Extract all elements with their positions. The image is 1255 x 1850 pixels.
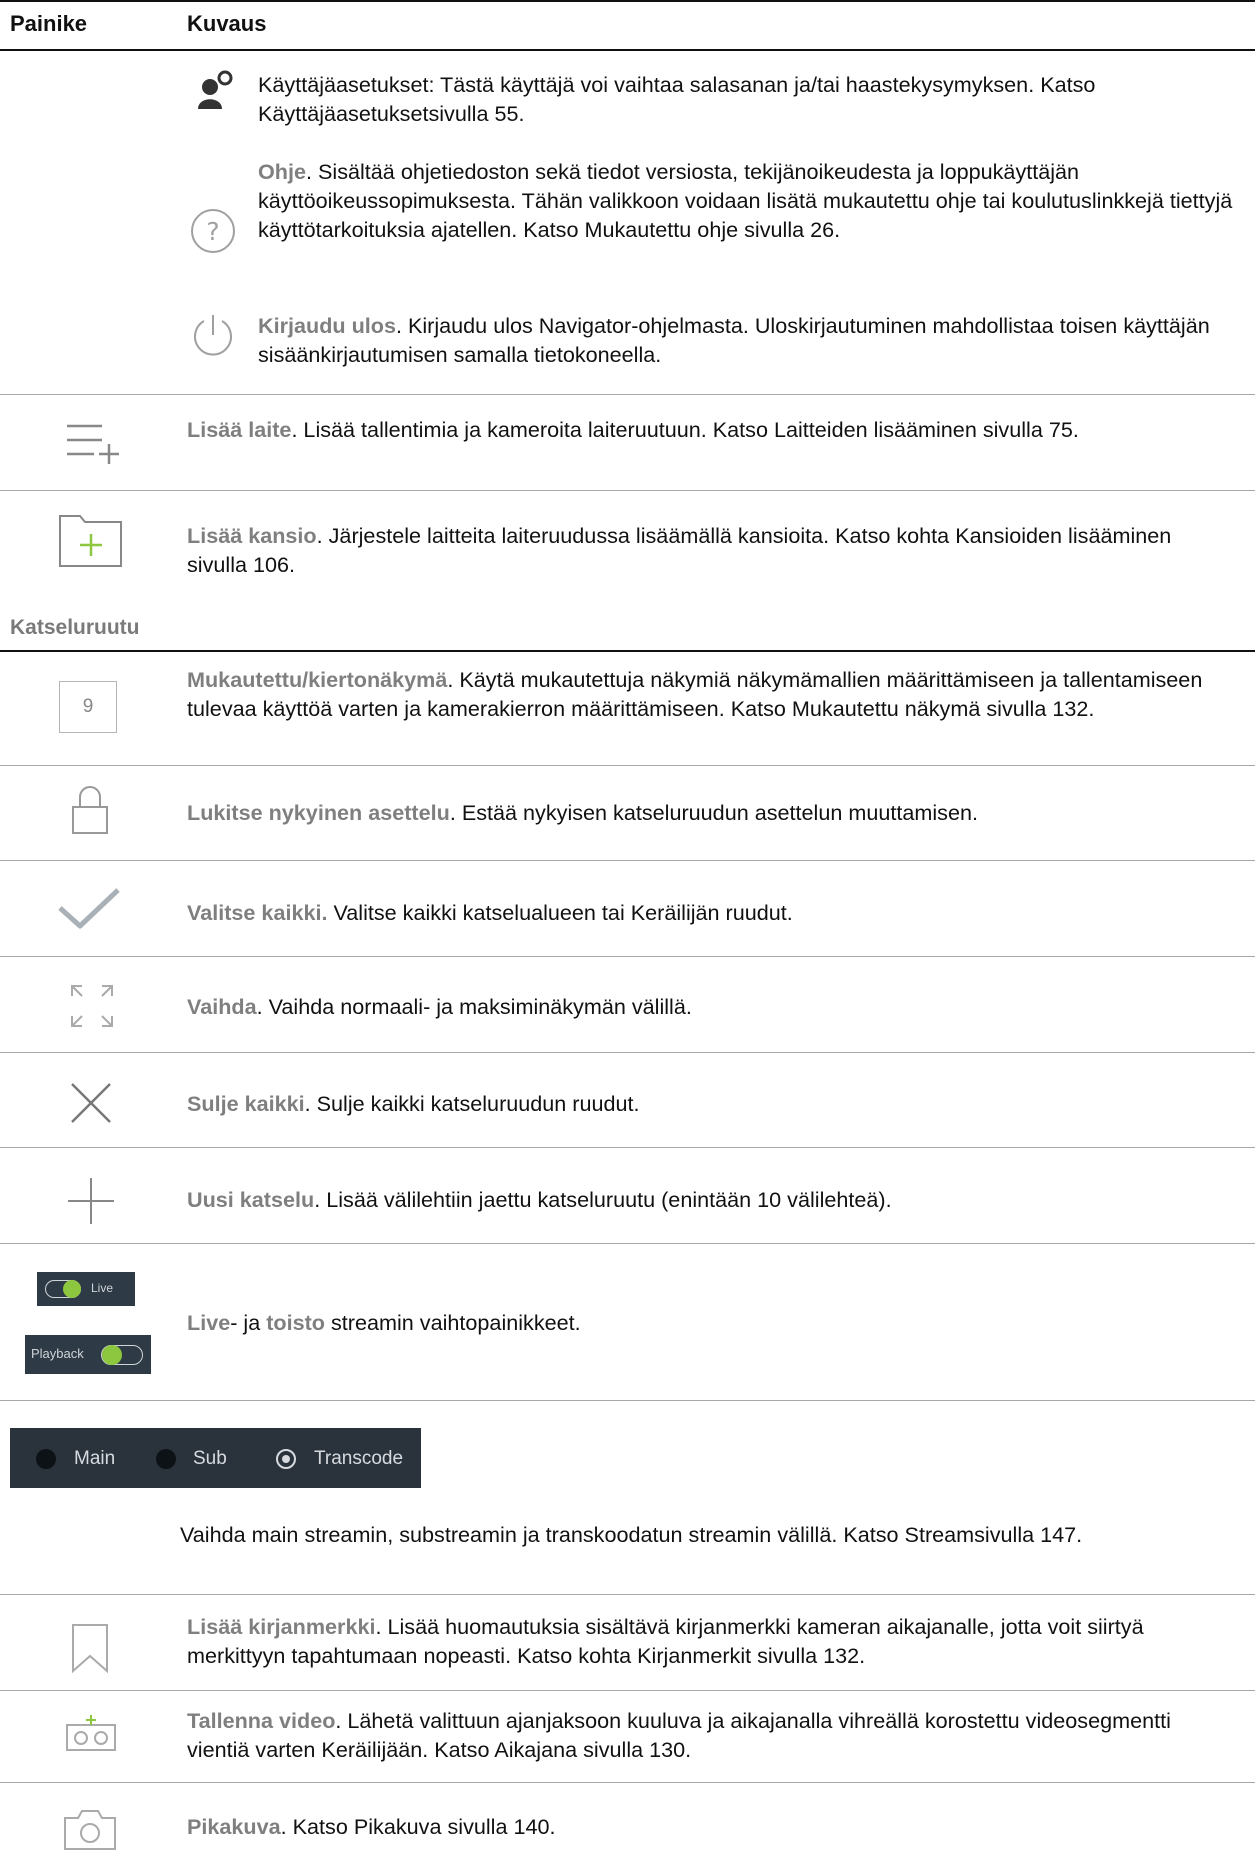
live-toggle[interactable]: Live: [37, 1272, 135, 1306]
logout-term: Kirjaudu ulos: [258, 313, 396, 338]
row-divider: [0, 1782, 1255, 1783]
save-video-icon: [66, 1715, 116, 1751]
logout-text: . Kirjaudu ulos Navigator-ohjelmasta. Ul…: [258, 313, 1210, 367]
row-divider: [0, 860, 1255, 861]
column-header-description: Kuvaus: [187, 11, 267, 36]
custom-view-icon: 9: [59, 681, 117, 733]
snapshot-term: Pikakuva: [187, 1814, 281, 1839]
camera-icon: [64, 1810, 116, 1850]
live-term: Live: [187, 1310, 231, 1335]
transcode-radio[interactable]: [276, 1449, 296, 1469]
transcode-label: Transcode: [314, 1448, 404, 1469]
playback-toggle[interactable]: Playback: [25, 1335, 151, 1374]
select-all-description: Valitse kaikki. Valitse kaikki katselual…: [187, 898, 1237, 927]
add-device-description: Lisää laite. Lisää tallentimia ja kamero…: [187, 415, 1237, 444]
bookmark-description: Lisää kirjanmerkki. Lisää huomautuksia s…: [187, 1612, 1237, 1670]
logout-description: Kirjaudu ulos. Kirjaudu ulos Navigator-o…: [258, 311, 1248, 369]
close-all-text: . Sulje kaikki katseluruudun ruudut.: [304, 1091, 640, 1116]
row-divider: [0, 1400, 1255, 1401]
row-divider: [0, 1243, 1255, 1244]
new-view-text: . Lisää välilehtiin jaettu katseluruutu …: [314, 1187, 892, 1212]
maximize-icon: [71, 985, 113, 1027]
plus-icon: [68, 1178, 114, 1224]
new-view-term: Uusi katselu: [187, 1187, 315, 1212]
playback-toggle-knob: [102, 1345, 122, 1365]
toggle-view-text: . Vaihda normaali- ja maksiminäkymän väl…: [256, 994, 692, 1019]
help-text: . Sisältää ohjetiedoston sekä tiedot ver…: [258, 159, 1233, 242]
custom-view-description: Mukautettu/kiertonäkymä. Käytä mukautett…: [187, 665, 1237, 723]
live-toggle-knob: [63, 1280, 81, 1298]
user-settings-icon: [198, 70, 233, 109]
row-divider: [0, 1052, 1255, 1053]
new-view-description: Uusi katselu. Lisää välilehtiin jaettu k…: [187, 1185, 1237, 1214]
add-device-text: . Lisää tallentimia ja kameroita laiteru…: [291, 417, 1079, 442]
section-heading: Katseluruutu: [10, 616, 140, 639]
user-settings-description: Käyttäjäasetukset: Tästä käyttäjä voi va…: [258, 72, 1096, 126]
live-playback-description: Live- ja toisto streamin vaihtopainikkee…: [187, 1308, 1237, 1337]
add-folder-description: Lisää kansio. Järjestele laitteita laite…: [187, 521, 1237, 579]
checkmark-icon: [58, 888, 120, 929]
live-playback-mid: - ja: [230, 1310, 267, 1335]
custom-view-term: Mukautettu/kiertonäkymä: [187, 667, 448, 692]
sub-radio[interactable]: [156, 1449, 176, 1469]
transcode-radio-dot: [282, 1455, 290, 1463]
row-divider: [0, 1594, 1255, 1595]
save-video-text: . Lähetä valittuun ajanjaksoon kuuluva j…: [187, 1708, 1171, 1762]
save-video-term: Tallenna video: [187, 1708, 336, 1733]
toggle-view-description: Vaihda. Vaihda normaali- ja maksiminäkym…: [187, 992, 1237, 1021]
add-device-icon: [67, 424, 119, 464]
live-toggle-label: Live: [91, 1281, 114, 1295]
lock-term: Lukitse nykyinen asettelu: [187, 800, 450, 825]
streams-description: Vaihda main streamin, substreamin ja tra…: [180, 1522, 1083, 1547]
save-video-description: Tallenna video. Lähetä valittuun ajanjak…: [187, 1706, 1237, 1764]
live-playback-text: streamin vaihtopainikkeet.: [325, 1310, 581, 1335]
row-divider: [0, 956, 1255, 957]
stream-selector: Main Sub Transcode: [10, 1428, 421, 1488]
table-top-rule: [0, 0, 1255, 2]
main-radio[interactable]: [36, 1449, 56, 1469]
svg-text:?: ?: [206, 217, 219, 246]
close-all-description: Sulje kaikki. Sulje kaikki katseluruudun…: [187, 1089, 1237, 1118]
close-icon: [71, 1083, 111, 1123]
help-description: Ohje. Sisältää ohjetiedoston sekä tiedot…: [258, 157, 1248, 244]
row-divider: [0, 1147, 1255, 1148]
help-icon: ?: [191, 209, 235, 253]
row-divider: [0, 1690, 1255, 1691]
add-folder-term: Lisää kansio: [187, 523, 317, 548]
row-divider: [0, 394, 1255, 395]
playback-term: toisto: [266, 1310, 325, 1335]
playback-toggle-label: Playback: [31, 1346, 84, 1361]
power-icon: [194, 315, 232, 356]
select-all-text: Valitse kaikki katselualueen tai Keräili…: [327, 900, 793, 925]
sub-label: Sub: [193, 1448, 227, 1469]
add-folder-icon: [59, 515, 122, 567]
lock-description: Lukitse nykyinen asettelu. Estää nykyise…: [187, 798, 1237, 827]
section-rule: [0, 650, 1255, 652]
add-folder-text: . Järjestele laitteita laiteruudussa lis…: [187, 523, 1172, 577]
lock-text: . Estää nykyisen katseluruudun asettelun…: [449, 800, 978, 825]
toggle-view-term: Vaihda: [187, 994, 257, 1019]
lock-icon: [72, 786, 108, 834]
row-divider: [0, 765, 1255, 766]
main-label: Main: [74, 1448, 116, 1469]
row-divider: [0, 490, 1255, 491]
column-header-button: Painike: [10, 11, 88, 36]
help-term: Ohje: [258, 159, 306, 184]
snapshot-text: . Katso Pikakuva sivulla 140.: [280, 1814, 556, 1839]
select-all-term: Valitse kaikki.: [187, 900, 328, 925]
add-device-term: Lisää laite: [187, 417, 292, 442]
close-all-term: Sulje kaikki: [187, 1091, 305, 1116]
header-rule: [0, 49, 1255, 51]
snapshot-description: Pikakuva. Katso Pikakuva sivulla 140.: [187, 1812, 1237, 1841]
bookmark-icon: [72, 1624, 108, 1674]
bookmark-term: Lisää kirjanmerkki: [187, 1614, 376, 1639]
